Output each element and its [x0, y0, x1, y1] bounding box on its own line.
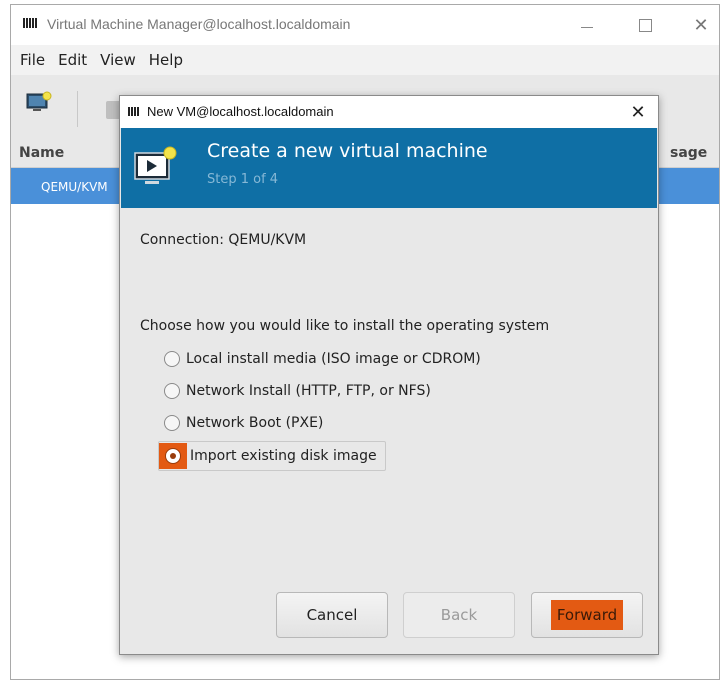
install-method-prompt: Choose how you would like to install the… [140, 318, 550, 334]
main-titlebar: Virtual Machine Manager@localhost.locald… [11, 5, 719, 45]
dialog-close-button[interactable]: ✕ [622, 98, 654, 126]
option-label: Network Boot (PXE) [186, 415, 324, 431]
maximize-button[interactable] [625, 11, 665, 39]
back-button[interactable]: Back [403, 592, 515, 638]
menubar: File Edit View Help [11, 45, 719, 75]
toolbar-separator [77, 91, 78, 127]
minimize-button[interactable] [567, 11, 607, 39]
menu-view[interactable]: View [100, 51, 136, 69]
selected-highlight [159, 443, 187, 469]
app-icon [23, 18, 37, 28]
column-name-header[interactable]: Name [19, 145, 64, 161]
radio-local-media[interactable] [164, 351, 180, 367]
option-local-media[interactable]: Local install media (ISO image or CDROM) [164, 346, 481, 372]
radio-network-boot[interactable] [164, 415, 180, 431]
option-network-boot[interactable]: Network Boot (PXE) [164, 410, 323, 436]
forward-button[interactable]: Forward [531, 592, 643, 638]
new-vm-icon[interactable] [26, 91, 52, 113]
option-label: Import existing disk image [190, 448, 377, 464]
connection-row-label: QEMU/KVM [41, 180, 108, 194]
minimize-icon [581, 26, 593, 28]
menu-edit[interactable]: Edit [58, 51, 87, 69]
radio-network-install[interactable] [164, 383, 180, 399]
dialog-titlebar: New VM@localhost.localdomain ✕ [120, 96, 658, 128]
menu-help[interactable]: Help [149, 51, 183, 69]
wizard-banner: Create a new virtual machine Step 1 of 4 [121, 128, 657, 208]
dialog-app-icon [128, 107, 140, 116]
maximize-icon [638, 18, 652, 32]
wizard-title: Create a new virtual machine [207, 140, 488, 162]
close-icon: ✕ [630, 101, 646, 123]
new-vm-monitor-icon [134, 146, 177, 184]
window-title: Virtual Machine Manager@localhost.locald… [47, 16, 351, 32]
close-icon: ✕ [693, 14, 709, 36]
close-button[interactable]: ✕ [681, 11, 720, 39]
dialog-title: New VM@localhost.localdomain [147, 104, 334, 119]
radio-import-disk[interactable] [165, 448, 181, 464]
column-usage-header[interactable]: sage [670, 145, 707, 161]
option-label: Network Install (HTTP, FTP, or NFS) [186, 383, 431, 399]
cancel-button[interactable]: Cancel [276, 592, 388, 638]
forward-label: Forward [550, 600, 624, 630]
menu-file[interactable]: File [20, 51, 45, 69]
option-network-install[interactable]: Network Install (HTTP, FTP, or NFS) [164, 378, 431, 404]
option-label: Local install media (ISO image or CDROM) [186, 351, 481, 367]
wizard-step: Step 1 of 4 [207, 172, 279, 187]
connection-label: Connection: QEMU/KVM [140, 232, 307, 248]
new-vm-dialog: New VM@localhost.localdomain ✕ Create a … [119, 95, 659, 655]
option-import-disk[interactable]: Import existing disk image [158, 441, 386, 471]
